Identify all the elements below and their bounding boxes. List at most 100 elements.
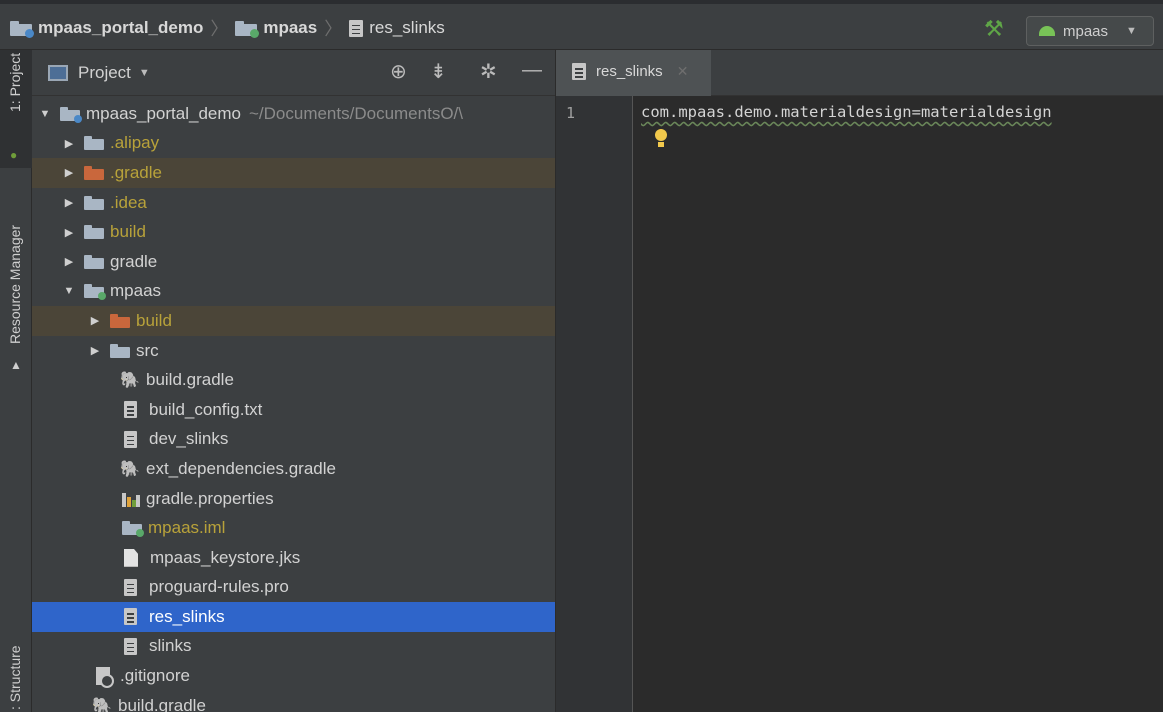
project-tool-tab-label: 1: Project xyxy=(7,52,23,112)
expand-arrow-icon[interactable]: ▶ xyxy=(60,226,78,239)
hammer-icon[interactable]: ⚒ xyxy=(984,16,1004,42)
editor-tab-res-slinks[interactable]: res_slinks ✕ xyxy=(556,50,711,96)
caret-down-icon: ▼ xyxy=(1126,25,1137,37)
folder-icon xyxy=(84,136,104,151)
tree-item-label: res_slinks xyxy=(149,606,225,626)
module-file-icon xyxy=(122,521,144,538)
tree-item-mpaas[interactable]: ▼ mpaas xyxy=(32,277,555,307)
project-tool-tab[interactable]: 1: Project ● xyxy=(0,50,32,168)
breadcrumb-separator: 〉 xyxy=(210,19,229,39)
android-icon xyxy=(1039,26,1055,36)
navigation-bar: mpaas_portal_demo 〉 mpaas 〉 res_slinks ⚒… xyxy=(0,0,1163,50)
tree-item-keystore[interactable]: mpaas_keystore.jks xyxy=(32,543,555,573)
tree-item-idea[interactable]: ▶ .idea xyxy=(32,188,555,218)
folder-icon xyxy=(84,254,104,269)
folder-icon xyxy=(84,195,104,210)
text-file-icon xyxy=(349,19,364,37)
breadcrumb-label: mpaas xyxy=(263,18,318,37)
tree-item-slinks[interactable]: slinks xyxy=(32,632,555,662)
text-file-icon xyxy=(124,578,137,596)
run-configuration-label: mpaas xyxy=(1063,22,1109,40)
tree-item-mpaas-portal-demo[interactable]: ▼ mpaas_portal_demo ~/Documents/Document… xyxy=(32,99,555,129)
tree-item-src[interactable]: ▶ src xyxy=(32,336,555,366)
file-icon xyxy=(124,548,138,567)
tool-window-strip: 1: Project ● Resource Manager ▲ : Struct… xyxy=(0,50,32,712)
expand-arrow-icon[interactable]: ▶ xyxy=(60,137,78,150)
folder-icon xyxy=(84,225,104,240)
tree-item-build[interactable]: ▶ build xyxy=(32,217,555,247)
tree-item-mpaas-iml[interactable]: mpaas.iml xyxy=(32,513,555,543)
tree-item-ext-dependencies[interactable]: 🐘 ext_dependencies.gradle xyxy=(32,454,555,484)
breadcrumb-label: res_slinks xyxy=(369,18,445,37)
tree-item-gradle-properties[interactable]: gradle.properties xyxy=(32,484,555,514)
expand-arrow-icon[interactable]: ▶ xyxy=(60,255,78,268)
module-folder-icon xyxy=(84,284,106,301)
folder-icon xyxy=(110,343,130,358)
collapse-icon[interactable]: ⇟ xyxy=(430,59,447,84)
tree-item-label: build_config.txt xyxy=(149,399,263,419)
text-file-icon xyxy=(124,608,137,626)
minimize-icon[interactable]: — xyxy=(522,59,542,82)
gradle-icon: 🐘 xyxy=(120,460,140,478)
expand-arrow-icon[interactable]: ▶ xyxy=(86,344,104,357)
project-tool-icon: ● xyxy=(10,148,18,162)
view-selector[interactable]: Project xyxy=(78,63,131,83)
expand-arrow-icon[interactable]: ▼ xyxy=(36,108,54,120)
text-file-icon xyxy=(124,637,137,655)
tree-item-gradle-hidden[interactable]: ▶ .gradle xyxy=(32,158,555,188)
tree-item-label: .gradle xyxy=(110,162,162,182)
expand-arrow-icon[interactable]: ▶ xyxy=(60,196,78,209)
tree-item-label: mpaas.iml xyxy=(148,518,226,538)
tree-item-label: mpaas xyxy=(110,281,162,301)
run-configuration-dropdown[interactable]: mpaas ▼ xyxy=(1026,16,1154,46)
line-number: 1 xyxy=(566,104,576,122)
tree-item-label: mpaas_portal_demo xyxy=(86,103,241,123)
expand-arrow-icon[interactable]: ▶ xyxy=(86,314,104,327)
project-panel-header: Project ▼ ⊕ ⇟ ✲ — xyxy=(32,50,555,96)
tree-item-root-build-gradle[interactable]: 🐘 build.gradle xyxy=(32,691,555,712)
tree-item-label: .alipay xyxy=(110,133,160,153)
resource-manager-icon: ▲ xyxy=(10,358,22,372)
text-file-icon xyxy=(124,430,137,448)
tree-item-label: .gitignore xyxy=(120,666,190,686)
tree-item-label: mpaas_keystore.jks xyxy=(150,547,301,567)
breadcrumb: mpaas_portal_demo 〉 mpaas 〉 res_slinks xyxy=(10,14,445,42)
tree-item-proguard[interactable]: proguard-rules.pro xyxy=(32,573,555,603)
breadcrumb-item-module[interactable]: mpaas xyxy=(235,18,317,38)
editor-tab-bar: res_slinks ✕ xyxy=(556,50,1163,96)
gear-icon[interactable]: ✲ xyxy=(480,59,497,84)
locate-icon[interactable]: ⊕ xyxy=(390,59,407,84)
tree-item-label: .idea xyxy=(110,192,147,212)
tree-item-label: build xyxy=(110,222,146,242)
expand-arrow-icon[interactable]: ▶ xyxy=(60,166,78,179)
code-editor[interactable]: com.mpaas.demo.materialdesign=materialde… xyxy=(634,96,1163,712)
tree-item-alipay[interactable]: ▶ .alipay xyxy=(32,129,555,159)
tree-item-mpaas-build[interactable]: ▶ build xyxy=(32,306,555,336)
tree-item-build-config[interactable]: build_config.txt xyxy=(32,395,555,425)
tree-item-dev-slinks[interactable]: dev_slinks xyxy=(32,425,555,455)
project-panel: Project ▼ ⊕ ⇟ ✲ — ▼ mpaas_portal_demo ~/… xyxy=(32,50,556,712)
breadcrumb-item-file[interactable]: res_slinks xyxy=(349,18,445,38)
structure-tool-tab[interactable]: : Structure xyxy=(7,645,23,710)
tree-item-build-gradle[interactable]: 🐘 build.gradle xyxy=(32,365,555,395)
resource-manager-tool-tab[interactable]: Resource Manager xyxy=(7,225,23,344)
breadcrumb-item-project[interactable]: mpaas_portal_demo xyxy=(10,18,203,38)
project-folder-icon xyxy=(60,106,82,123)
tree-item-label: build xyxy=(136,310,172,330)
tree-item-label: proguard-rules.pro xyxy=(149,577,289,597)
tree-item-path: ~/Documents/DocumentsO/\ xyxy=(248,103,463,123)
caret-down-icon[interactable]: ▼ xyxy=(139,67,150,79)
editor-tab-label: res_slinks xyxy=(596,63,663,80)
collapse-arrow-icon[interactable]: ▼ xyxy=(60,285,78,297)
tree-item-gradle[interactable]: ▶ gradle xyxy=(32,247,555,277)
editor-gutter: 1 xyxy=(556,96,633,712)
tree-item-gitignore[interactable]: .gitignore xyxy=(32,661,555,691)
breadcrumb-label: mpaas_portal_demo xyxy=(38,18,204,37)
text-file-icon xyxy=(572,63,586,80)
close-icon[interactable]: ✕ xyxy=(677,63,689,80)
code-line[interactable]: com.mpaas.demo.materialdesign=materialde… xyxy=(641,103,1052,121)
project-tree: ▼ mpaas_portal_demo ~/Documents/Document… xyxy=(32,99,555,712)
lightbulb-icon[interactable] xyxy=(654,129,668,147)
tree-item-res-slinks[interactable]: res_slinks xyxy=(32,602,555,632)
excluded-folder-icon xyxy=(84,165,104,180)
